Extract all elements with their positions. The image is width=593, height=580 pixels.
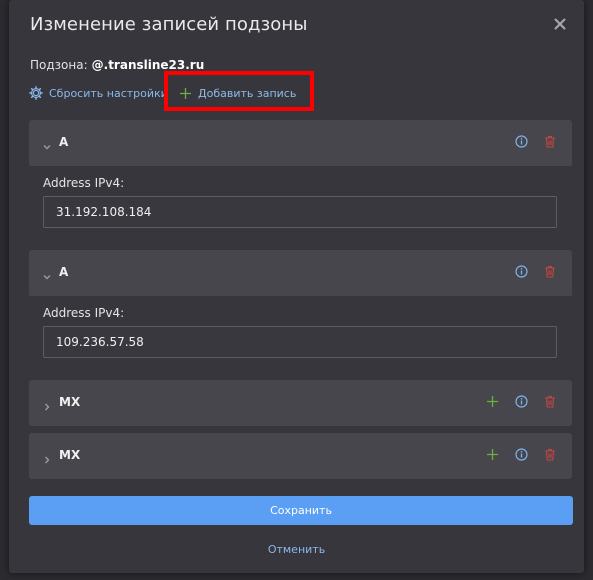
gear-icon xyxy=(29,86,43,100)
ipv4-label: Address IPv4: xyxy=(43,176,125,190)
cancel-button[interactable]: Отменить xyxy=(9,543,584,556)
edit-subzone-dialog: Изменение записей подзоны Подзона: @.tran… xyxy=(9,0,584,573)
trash-icon[interactable] xyxy=(544,448,556,461)
subzone-label: Подзона: xyxy=(30,58,88,72)
info-icon[interactable] xyxy=(515,265,528,278)
trash-icon[interactable] xyxy=(544,265,556,278)
subzone-value: @.transline23.ru xyxy=(91,58,205,72)
record-body: Address IPv4: xyxy=(29,166,572,250)
record-type: MX xyxy=(59,448,81,462)
add-record-button[interactable]: Добавить запись xyxy=(179,84,296,102)
record-header[interactable]: MX xyxy=(29,380,572,426)
record-item: MX xyxy=(29,380,572,426)
chevron-down-icon[interactable] xyxy=(42,267,52,280)
info-icon[interactable] xyxy=(515,395,528,408)
ipv4-input[interactable] xyxy=(43,196,557,228)
record-body: Address IPv4: xyxy=(29,296,572,380)
record-header[interactable]: A xyxy=(29,120,572,166)
save-button[interactable]: Сохранить xyxy=(29,496,573,525)
record-type: MX xyxy=(59,395,81,409)
plus-icon xyxy=(179,87,192,100)
record-header[interactable]: A xyxy=(29,250,572,296)
record-header[interactable]: MX xyxy=(29,433,572,479)
chevron-down-icon[interactable] xyxy=(42,137,52,150)
record-item: MX xyxy=(29,433,572,479)
plus-icon[interactable] xyxy=(486,395,499,408)
ipv4-label: Address IPv4: xyxy=(43,306,125,320)
chevron-right-icon[interactable] xyxy=(42,450,52,464)
add-record-label: Добавить запись xyxy=(198,86,297,100)
record-item: A Address IPv4: xyxy=(29,250,572,380)
close-icon[interactable] xyxy=(551,15,569,33)
plus-icon[interactable] xyxy=(486,448,499,461)
reset-settings-button[interactable]: Сбросить настройки xyxy=(29,84,168,102)
info-icon[interactable] xyxy=(515,135,528,148)
chevron-right-icon[interactable] xyxy=(42,397,52,411)
trash-icon[interactable] xyxy=(544,395,556,408)
ipv4-input[interactable] xyxy=(43,326,557,358)
reset-settings-label: Сбросить настройки xyxy=(49,86,168,100)
dialog-title: Изменение записей подзоны xyxy=(30,14,308,35)
subzone-info: Подзона: @.transline23.ru xyxy=(30,58,204,72)
trash-icon[interactable] xyxy=(544,135,556,148)
record-type: A xyxy=(59,135,69,149)
record-type: A xyxy=(59,265,69,279)
record-item: A Address IPv4: xyxy=(29,120,572,250)
info-icon[interactable] xyxy=(515,448,528,461)
